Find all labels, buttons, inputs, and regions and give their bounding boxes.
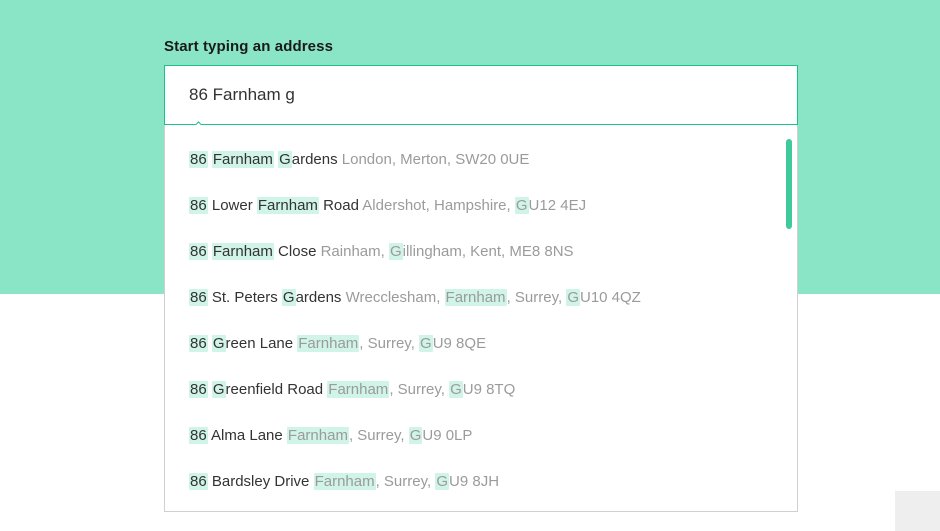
suggestion-main: 86 Bardsley Drive xyxy=(189,473,309,490)
suggestion-item[interactable]: 86 Farnham Gardens London, Merton, SW20 … xyxy=(165,137,797,183)
search-input-wrap xyxy=(164,65,798,125)
suggestion-main: 86 Farnham Gardens xyxy=(189,151,338,168)
search-input[interactable] xyxy=(165,66,797,124)
suggestion-main: 86 Alma Lane xyxy=(189,427,283,444)
suggestion-main: 86 St. Peters Gardens xyxy=(189,289,341,306)
suggestion-secondary: Farnham, Surrey, GU9 8TQ xyxy=(327,381,515,398)
suggestion-item[interactable]: 86 Bardsley Drive Farnham, Surrey, GU9 8… xyxy=(165,459,797,505)
suggestion-main: 86 Greenfield Road xyxy=(189,381,323,398)
suggestion-main: 86 Farnham Close xyxy=(189,243,316,260)
suggestion-main: 86 Green Lane xyxy=(189,335,293,352)
suggestion-secondary: Wrecclesham, Farnham, Surrey, GU10 4QZ xyxy=(346,289,641,306)
search-label: Start typing an address xyxy=(164,38,798,55)
suggestion-item[interactable]: 86 Alma Lane Farnham, Surrey, GU9 0LP xyxy=(165,413,797,459)
address-search-widget: Start typing an address 86 Farnham Garde… xyxy=(164,38,798,512)
scrollbar-thumb[interactable] xyxy=(786,139,792,229)
suggestion-secondary: Rainham, Gillingham, Kent, ME8 8NS xyxy=(321,243,574,260)
suggestion-secondary: Farnham, Surrey, GU9 8QE xyxy=(297,335,486,352)
suggestion-secondary: London, Merton, SW20 0UE xyxy=(342,151,530,168)
suggestion-item[interactable]: 86 Greenfield Road Farnham, Surrey, GU9 … xyxy=(165,367,797,413)
suggestion-secondary: Farnham, Surrey, GU9 8JH xyxy=(314,473,499,490)
suggestion-item[interactable]: 86 St. Peters Gardens Wrecclesham, Farnh… xyxy=(165,275,797,321)
corner-accent xyxy=(895,491,940,531)
suggestion-list: 86 Farnham Gardens London, Merton, SW20 … xyxy=(165,137,797,505)
suggestion-main: 86 Lower Farnham Road xyxy=(189,197,359,214)
suggestion-item[interactable]: 86 Farnham Close Rainham, Gillingham, Ke… xyxy=(165,229,797,275)
suggestion-secondary: Aldershot, Hampshire, GU12 4EJ xyxy=(362,197,586,214)
suggestion-item[interactable]: 86 Green Lane Farnham, Surrey, GU9 8QE xyxy=(165,321,797,367)
suggestions-dropdown: 86 Farnham Gardens London, Merton, SW20 … xyxy=(164,125,798,512)
suggestion-item[interactable]: 86 Lower Farnham Road Aldershot, Hampshi… xyxy=(165,183,797,229)
suggestion-secondary: Farnham, Surrey, GU9 0LP xyxy=(287,427,473,444)
